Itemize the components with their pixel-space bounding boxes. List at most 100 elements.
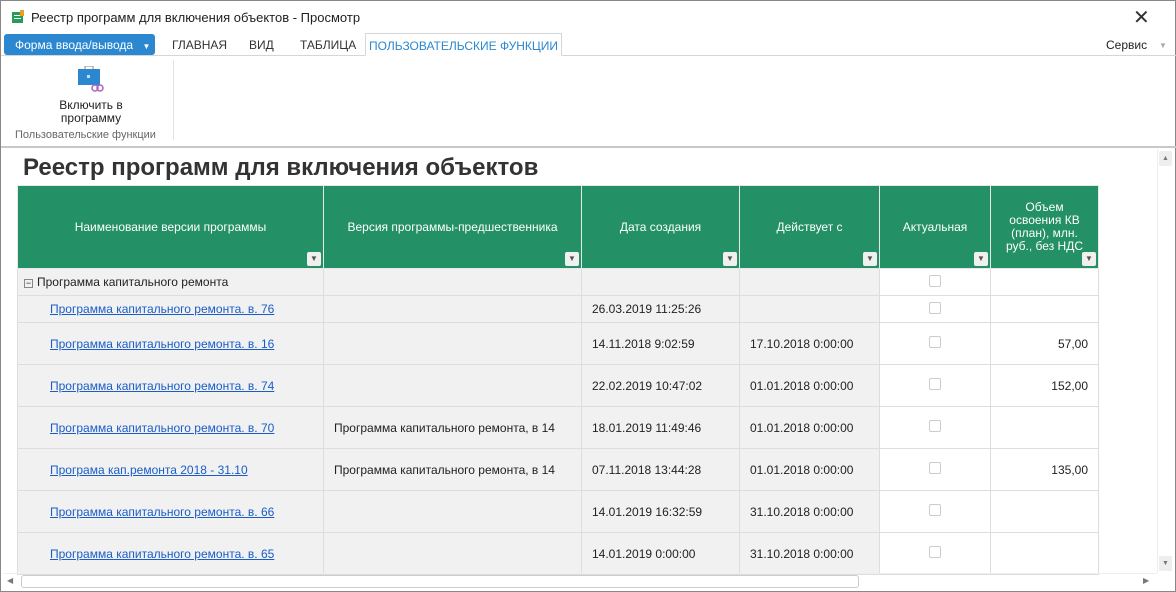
app-icon <box>12 10 24 23</box>
chevron-down-icon: ▼ <box>142 42 151 51</box>
volume-cell <box>990 406 1099 449</box>
created-cell: 14.01.2019 0:00:00 <box>581 532 740 575</box>
predecessor-cell <box>323 532 582 575</box>
program-link[interactable]: Программа капитального ремонта. в. 70 <box>28 421 274 435</box>
column-header[interactable]: Дата создания ▼ <box>581 185 740 269</box>
program-link[interactable]: Программа капитального ремонта. в. 74 <box>28 379 274 393</box>
created-cell: 22.02.2019 10:47:02 <box>581 364 740 407</box>
filter-dropdown-icon[interactable]: ▼ <box>863 252 877 266</box>
created-cell: 26.03.2019 11:25:26 <box>581 295 740 323</box>
table-row: Программа капитального ремонта. в. 16 14.… <box>17 322 1099 365</box>
scroll-up-icon[interactable]: ▲ <box>1159 151 1172 166</box>
created-cell: 14.01.2019 16:32:59 <box>581 490 740 533</box>
valid-from-cell: 01.01.2018 0:00:00 <box>739 364 880 407</box>
filter-dropdown-icon[interactable]: ▼ <box>565 252 579 266</box>
volume-cell: 135,00 <box>990 448 1099 491</box>
table-row: Программа капитального ремонта. в. 76 26.… <box>17 295 1099 323</box>
created-cell: 07.11.2018 13:44:28 <box>581 448 740 491</box>
program-link[interactable]: Программа капитального ремонта. в. 65 <box>28 547 274 561</box>
ribbon-panel: Включить в программу Пользовательские фу… <box>1 56 1176 148</box>
scroll-right-icon[interactable]: ▶ <box>1143 576 1149 585</box>
predecessor-cell: Программа капитального ремонта, в 14 <box>323 406 582 449</box>
horizontal-scrollbar[interactable]: ◀ ▶ <box>3 573 1157 589</box>
ribbon-group-label: Пользовательские функции <box>15 129 156 141</box>
program-link[interactable]: Програма кап.ремонта 2018 - 31.10 <box>28 463 248 477</box>
predecessor-cell <box>323 490 582 533</box>
filter-dropdown-icon[interactable]: ▼ <box>307 252 321 266</box>
volume-cell: 152,00 <box>990 364 1099 407</box>
volume-cell <box>990 532 1099 575</box>
scroll-left-icon[interactable]: ◀ <box>7 576 13 585</box>
tab-main[interactable]: ГЛАВНАЯ <box>172 38 227 52</box>
briefcase-link-icon <box>78 65 104 92</box>
valid-from-cell: 31.10.2018 0:00:00 <box>739 532 880 575</box>
chevron-down-icon[interactable]: ▼ <box>1159 41 1167 50</box>
actual-checkbox[interactable] <box>929 504 941 516</box>
table-row: Программа капитального ремонта. в. 74 22.… <box>17 364 1099 407</box>
form-io-label: Форма ввода/вывода <box>15 38 134 52</box>
valid-from-cell: 01.01.2018 0:00:00 <box>739 406 880 449</box>
actual-checkbox[interactable] <box>929 420 941 432</box>
tab-table[interactable]: ТАБЛИЦА <box>300 38 356 52</box>
column-header[interactable]: Объем освоения КВ (план), млн. руб., без… <box>990 185 1099 269</box>
actual-checkbox[interactable] <box>929 378 941 390</box>
page-title: Реестр программ для включения объектов <box>23 154 539 181</box>
valid-from-cell: 17.10.2018 0:00:00 <box>739 322 880 365</box>
predecessor-cell <box>323 295 582 323</box>
close-button[interactable]: ✕ <box>1133 5 1150 30</box>
created-cell: 18.01.2019 11:49:46 <box>581 406 740 449</box>
actual-checkbox[interactable] <box>929 462 941 474</box>
actual-checkbox[interactable] <box>929 274 941 287</box>
predecessor-cell <box>323 322 582 365</box>
column-title: Дата создания <box>619 219 702 234</box>
program-link[interactable]: Программа капитального ремонта. в. 16 <box>28 337 274 351</box>
group-row: − Программа капитального ремонта <box>17 268 1099 296</box>
scroll-thumb[interactable] <box>21 575 859 588</box>
predecessor-cell: Программа капитального ремонта, в 14 <box>323 448 582 491</box>
table-row: Программа капитального ремонта. в. 65 14.… <box>17 532 1099 575</box>
column-title: Актуальная <box>902 219 968 234</box>
tab-view[interactable]: ВИД <box>249 38 274 52</box>
valid-from-cell <box>739 295 880 323</box>
vertical-scrollbar[interactable]: ▲ ▼ <box>1157 149 1173 573</box>
scroll-down-icon[interactable]: ▼ <box>1159 556 1172 571</box>
valid-from-cell: 01.01.2018 0:00:00 <box>739 448 880 491</box>
group-label: Программа капитального ремонта <box>37 275 229 289</box>
column-title: Наименование версии программы <box>74 219 267 234</box>
ribbon-tabs: Форма ввода/вывода ▼ ГЛАВНАЯ ВИД ТАБЛИЦА… <box>1 33 1176 56</box>
column-title: Действует с <box>776 219 843 234</box>
table-row: Программа капитального ремонта. в. 70 Про… <box>17 406 1099 449</box>
program-link[interactable]: Программа капитального ремонта. в. 66 <box>28 505 274 519</box>
include-in-program-button[interactable]: Включить в программу <box>51 65 131 125</box>
divider <box>173 60 174 140</box>
column-title: Объем освоения КВ (план), млн. руб., без… <box>1006 200 1083 253</box>
column-title: Версия программы-предшественника <box>347 219 558 234</box>
volume-cell: 57,00 <box>990 322 1099 365</box>
column-header[interactable]: Наименование версии программы ▼ <box>17 185 324 269</box>
window-title: Реестр программ для включения объектов -… <box>31 10 361 25</box>
volume-cell <box>990 295 1099 323</box>
title-bar: Реестр программ для включения объектов -… <box>1 1 1176 33</box>
column-header[interactable]: Актуальная ▼ <box>879 185 991 269</box>
programs-table: Наименование версии программы ▼ Версия про… <box>17 185 1099 575</box>
actual-checkbox[interactable] <box>929 336 941 348</box>
tab-user-functions[interactable]: ПОЛЬЗОВАТЕЛЬСКИЕ ФУНКЦИИ <box>365 33 562 56</box>
form-io-button[interactable]: Форма ввода/вывода ▼ <box>4 34 155 55</box>
table-row: Программа капитального ремонта. в. 66 14.… <box>17 490 1099 533</box>
valid-from-cell: 31.10.2018 0:00:00 <box>739 490 880 533</box>
filter-dropdown-icon[interactable]: ▼ <box>974 252 988 266</box>
created-cell: 14.11.2018 9:02:59 <box>581 322 740 365</box>
service-menu[interactable]: Сервис <box>1106 38 1147 52</box>
actual-checkbox[interactable] <box>929 546 941 558</box>
include-label: Включить в программу <box>59 98 123 125</box>
filter-dropdown-icon[interactable]: ▼ <box>723 252 737 266</box>
table-row: Програма кап.ремонта 2018 - 31.10 Програм… <box>17 448 1099 491</box>
predecessor-cell <box>323 364 582 407</box>
collapse-icon[interactable]: − <box>24 279 33 288</box>
actual-checkbox[interactable] <box>929 301 941 314</box>
filter-dropdown-icon[interactable]: ▼ <box>1082 252 1096 266</box>
column-header[interactable]: Действует с ▼ <box>739 185 880 269</box>
volume-cell <box>990 490 1099 533</box>
column-header[interactable]: Версия программы-предшественника ▼ <box>323 185 582 269</box>
program-link[interactable]: Программа капитального ремонта. в. 76 <box>28 302 274 316</box>
